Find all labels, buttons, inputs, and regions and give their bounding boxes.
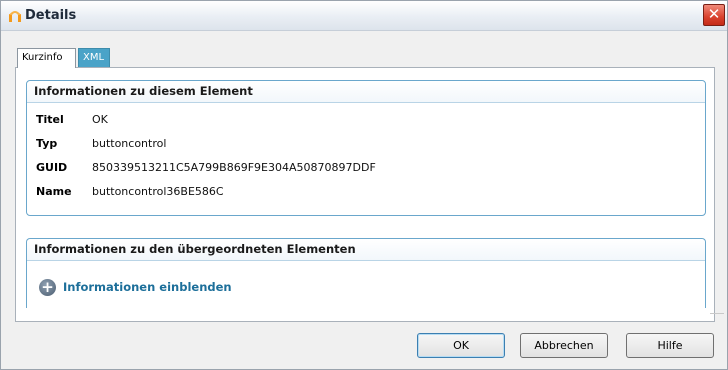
show-info-label[interactable]: Informationen einblenden xyxy=(63,280,232,294)
details-dialog: Details ✕ Kurzinfo XML Informationen zu … xyxy=(0,0,728,370)
cancel-button[interactable]: Abbrechen xyxy=(520,333,608,358)
property-value: buttoncontrol36BE586C xyxy=(92,185,224,198)
property-label: Titel xyxy=(36,113,64,126)
tab-xml[interactable]: XML xyxy=(78,48,110,67)
tab-kurzinfo[interactable]: Kurzinfo xyxy=(17,48,76,68)
window-title: Details xyxy=(25,8,77,23)
element-info-group: Informationen zu diesem Element Titel OK… xyxy=(26,80,706,216)
panel-divider xyxy=(710,313,724,314)
title-bar[interactable]: Details ✕ xyxy=(1,1,727,31)
property-value: buttoncontrol xyxy=(92,137,167,150)
element-info-header: Informationen zu diesem Element xyxy=(27,81,705,103)
tab-panel-kurzinfo: Informationen zu diesem Element Titel OK… xyxy=(15,67,724,322)
property-value: 850339513211C5A799B869F9E304A50870897DDF xyxy=(92,161,376,174)
parent-info-group: Informationen zu den übergeordneten Elem… xyxy=(26,238,706,308)
property-label: Name xyxy=(36,185,72,198)
plus-circle-icon[interactable]: + xyxy=(39,279,56,296)
app-logo-icon xyxy=(9,11,21,22)
property-label: GUID xyxy=(36,161,68,174)
help-button[interactable]: Hilfe xyxy=(626,333,714,358)
property-label: Typ xyxy=(36,137,58,150)
parent-info-header: Informationen zu den übergeordneten Elem… xyxy=(27,239,705,261)
ok-button[interactable]: OK xyxy=(417,333,505,358)
close-button[interactable]: ✕ xyxy=(703,4,725,26)
property-value: OK xyxy=(92,113,108,126)
